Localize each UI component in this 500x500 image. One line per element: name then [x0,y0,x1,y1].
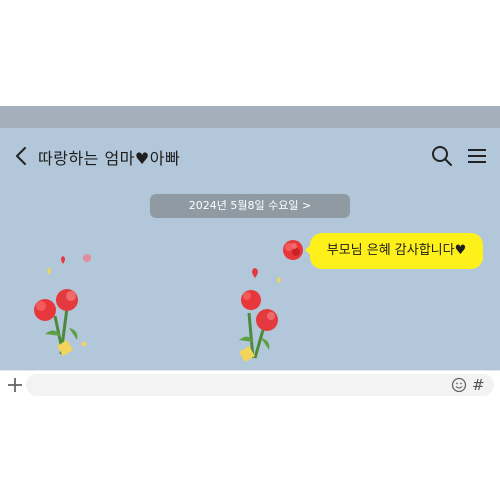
chat-title[interactable]: 따랑하는 엄마♥아빠 [38,145,180,169]
hashtag-button[interactable]: # [472,375,485,395]
emoticon-icon[interactable] [451,377,467,393]
carnation-bouquet-sticker [239,268,281,362]
plus-icon[interactable] [5,375,25,395]
status-bar [0,106,500,128]
carnation-sticker [283,240,303,260]
chevron-left-icon[interactable] [12,144,32,168]
date-divider[interactable]: 2024년 5월8일 수요일 > [150,194,350,218]
hamburger-menu-icon[interactable] [465,144,489,168]
chat-header: 따랑하는 엄마♥아빠 [0,128,500,184]
input-bar: # [0,370,500,401]
message-input[interactable] [26,374,494,396]
message-bubble[interactable]: 부모님 은혜 감사합니다♥ [310,233,483,269]
chat-room: 따랑하는 엄마♥아빠 2024년 5월8일 수요일 > 부모님 은혜 감사합니다… [0,128,500,370]
carnation-bouquet-sticker [34,254,91,356]
search-icon[interactable] [430,144,454,168]
